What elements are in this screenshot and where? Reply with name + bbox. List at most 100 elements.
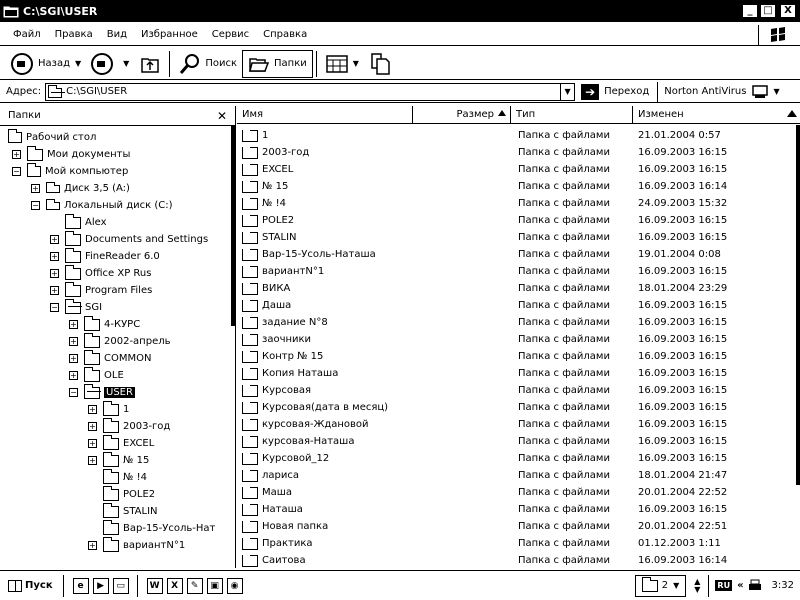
file-row[interactable]: ВИКА Папка с файлами 18.01.2004 23:29 — [237, 280, 797, 297]
address-input[interactable]: C:\SGI\USER ▼ — [45, 82, 576, 101]
expand-icon[interactable]: + — [88, 439, 97, 448]
expand-icon[interactable]: + — [88, 456, 97, 465]
expand-icon[interactable]: + — [88, 541, 97, 550]
minimize-button[interactable]: _ — [742, 4, 758, 18]
ie-icon[interactable]: e — [72, 577, 89, 594]
address-dropdown-icon[interactable]: ▼ — [560, 83, 574, 100]
tree-item[interactable]: +1 — [88, 400, 129, 418]
column-header-modified[interactable]: Изменен — [633, 106, 783, 123]
file-row[interactable]: вариантN°1 Папка с файлами 16.09.2003 16:1… — [237, 263, 797, 280]
folders-button[interactable]: Папки — [242, 49, 313, 78]
file-row[interactable]: Копия Наташа Папка с файлами 16.09.2003 16… — [237, 365, 797, 382]
tree-item[interactable]: − Локальный диск (C:) — [31, 197, 173, 214]
expand-icon[interactable]: + — [50, 269, 59, 278]
go-button[interactable]: ➔ Переход — [581, 81, 659, 102]
expand-icon[interactable]: + — [50, 235, 59, 244]
printer-icon[interactable] — [748, 579, 762, 593]
views-button[interactable]: ▼ — [321, 50, 364, 78]
tree-item[interactable]: +2003-год — [88, 417, 170, 435]
file-row[interactable]: № 15 Папка с файлами 16.09.2003 16:14 — [237, 178, 797, 195]
tree-item[interactable]: +2002-апрель — [69, 332, 171, 350]
scrollbar-thumb[interactable] — [231, 126, 235, 326]
menu-edit[interactable]: Правка — [48, 29, 100, 40]
collapse-icon[interactable]: − — [31, 201, 40, 210]
file-row[interactable]: POLE2 Папка с файлами 16.09.2003 16:15 — [237, 212, 797, 229]
tree-item[interactable]: + Диск 3,5 (A:) — [31, 180, 130, 197]
tree-item[interactable]: + № 15 — [88, 451, 149, 469]
tree-item[interactable]: + вариантN°1 — [88, 536, 185, 554]
network-icon[interactable]: ◉ — [226, 577, 243, 594]
tree-item[interactable]: № !4 — [88, 468, 147, 486]
pen-icon[interactable]: ✎ — [186, 577, 203, 594]
tree-item[interactable]: − Мой компьютер — [12, 163, 128, 180]
expand-icon[interactable]: + — [50, 252, 59, 261]
tree-item[interactable]: Рабочий стол — [8, 129, 96, 146]
collapse-icon[interactable]: − — [12, 167, 21, 176]
file-row[interactable]: Курсовой_12 Папка с файлами 16.09.2003 16:… — [237, 450, 797, 467]
tree-item[interactable]: POLE2 — [88, 485, 155, 503]
file-row[interactable]: EXCEL Папка с файлами 16.09.2003 16:15 — [237, 161, 797, 178]
norton-dropdown-icon[interactable]: ▼ — [773, 87, 779, 96]
file-row[interactable]: заочники Папка с файлами 16.09.2003 16:15 — [237, 331, 797, 348]
back-button[interactable]: Назад ▼ — [6, 50, 86, 78]
file-row[interactable]: Вар-15-Усоль-Наташа Папка с файлами 19.01.… — [237, 246, 797, 263]
file-row[interactable]: 2003-год Папка с файлами 16.09.2003 16:15 — [237, 144, 797, 161]
folder-tree[interactable]: Рабочий стол + Мои документы − Мой компьютер… — [0, 126, 235, 566]
file-row[interactable]: Курсовая(дата в месяц) Папка с файлами 16.… — [237, 399, 797, 416]
scroll-arrows-icon[interactable]: ▲ ▼ — [694, 577, 700, 594]
excel-icon[interactable]: X — [166, 577, 183, 594]
start-button[interactable]: Пуск — [4, 575, 57, 597]
column-header-type[interactable]: Тип — [511, 106, 633, 123]
forward-button[interactable]: ▼ — [86, 50, 134, 78]
search-button[interactable]: Поиск — [174, 50, 242, 78]
close-button[interactable]: X — [780, 4, 796, 18]
tree-item[interactable]: + FineReader 6.0 — [50, 247, 160, 265]
file-row[interactable]: лариса Папка с файлами 18.01.2004 21:47 — [237, 467, 797, 484]
copy-button[interactable] — [364, 50, 396, 78]
expand-icon[interactable]: + — [69, 320, 78, 329]
file-row[interactable]: Маша Папка с файлами 20.01.2004 22:52 — [237, 484, 797, 501]
views-dropdown-icon[interactable]: ▼ — [353, 59, 359, 68]
file-row[interactable]: Контр № 15 Папка с файлами 16.09.2003 16:1… — [237, 348, 797, 365]
forward-dropdown-icon[interactable]: ▼ — [123, 59, 129, 68]
expand-icon[interactable]: + — [50, 286, 59, 295]
media-player-icon[interactable]: ▶ — [92, 577, 109, 594]
tree-item[interactable]: + Office XP Rus — [50, 264, 151, 282]
tree-item[interactable]: Вар-15-Усоль-Нат — [88, 519, 215, 537]
tray-chevron-icon[interactable]: « — [737, 580, 743, 591]
file-row[interactable]: Саитова Папка с файлами 16.09.2003 16:14 — [237, 552, 797, 569]
file-row[interactable]: STALIN Папка с файлами 16.09.2003 16:15 — [237, 229, 797, 246]
tree-item[interactable]: + OLE — [69, 366, 124, 384]
tree-item[interactable]: − USER — [69, 383, 135, 401]
file-row[interactable]: курсовая-Наташа Папка с файлами 16.09.2003… — [237, 433, 797, 450]
file-row[interactable]: Даша Папка с файлами 16.09.2003 16:15 — [237, 297, 797, 314]
maximize-button[interactable]: □ — [760, 4, 776, 18]
collapse-icon[interactable]: − — [50, 303, 59, 312]
scroll-up-icon[interactable] — [787, 110, 797, 117]
expand-icon[interactable]: + — [31, 184, 40, 193]
file-row[interactable]: Практика Папка с файлами 01.12.2003 1:11 — [237, 535, 797, 552]
file-row[interactable]: № !4 Папка с файлами 24.09.2003 15:32 — [237, 195, 797, 212]
window-icon[interactable]: ▣ — [206, 577, 223, 594]
menu-help[interactable]: Справка — [256, 29, 314, 40]
expand-icon[interactable]: + — [12, 150, 21, 159]
expand-icon[interactable]: + — [69, 337, 78, 346]
up-button[interactable] — [134, 50, 166, 78]
tree-item[interactable]: − SGI — [50, 298, 102, 316]
word-icon[interactable]: W — [146, 577, 163, 594]
tree-item[interactable]: + EXCEL — [88, 434, 154, 452]
scrollbar-thumb[interactable] — [796, 125, 800, 485]
file-row[interactable]: 1 Папка с файлами 21.01.2004 0:57 — [237, 127, 797, 144]
column-header-name[interactable]: Имя — [237, 106, 413, 123]
expand-icon[interactable]: + — [88, 405, 97, 414]
menu-favorites[interactable]: Избранное — [134, 29, 205, 40]
file-row[interactable]: курсовая-Ждановой Папка с файлами 16.09.20… — [237, 416, 797, 433]
expand-icon[interactable]: + — [69, 371, 78, 380]
menu-file[interactable]: Файл — [6, 29, 48, 40]
tree-item[interactable]: STALIN — [88, 502, 158, 520]
expand-icon[interactable]: + — [69, 354, 78, 363]
close-icon[interactable]: ✕ — [217, 109, 227, 123]
norton-antivirus-button[interactable]: Norton AntiVirus ▼ — [664, 84, 780, 99]
keyboard-language-indicator[interactable]: RU — [715, 580, 733, 591]
tree-item[interactable]: + COMMON — [69, 349, 151, 367]
